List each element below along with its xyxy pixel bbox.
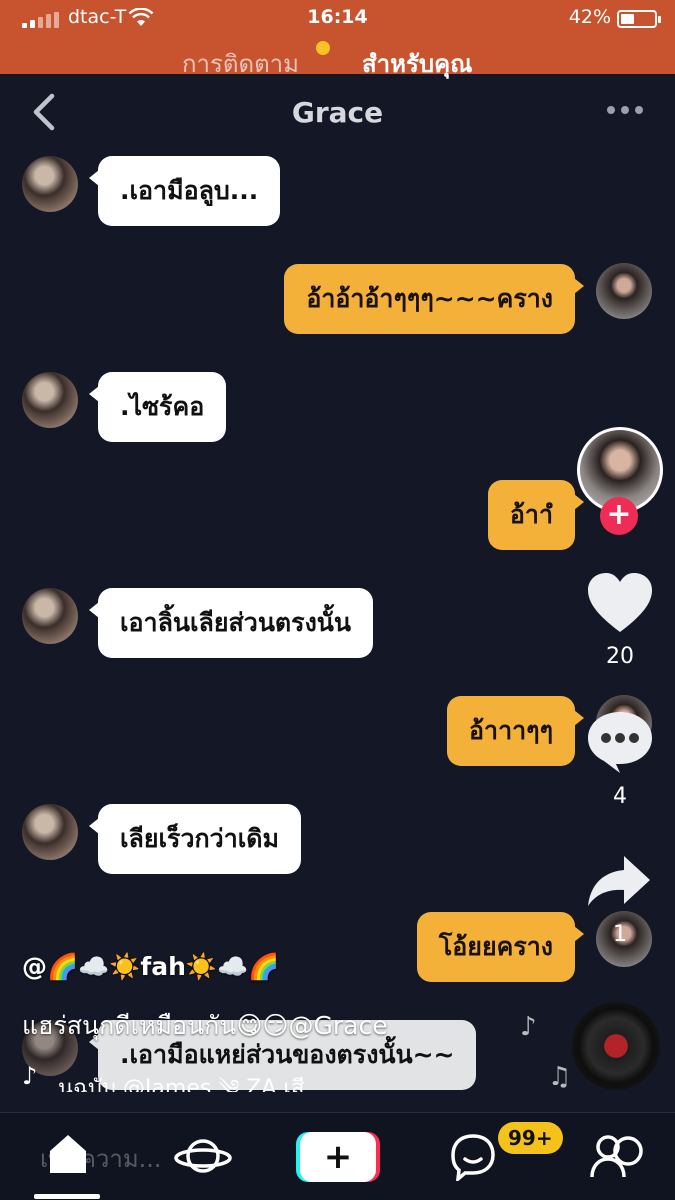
sender-avatar — [22, 804, 78, 860]
top-bar: dtac-T 16:14 42% การติดตาม สำหรับคุณ — [0, 0, 675, 78]
chat-title: Grace — [291, 96, 384, 129]
comment-icon[interactable] — [586, 710, 654, 774]
heart-icon[interactable] — [586, 572, 654, 634]
caption-text: แฮร่สนุกดีเหมือนกัน😋😏@Grace — [22, 1011, 388, 1040]
chat-header: Grace — [0, 74, 675, 150]
discover-icon[interactable] — [174, 1131, 232, 1181]
message-outgoing: อ้าอ้าอ้าๆๆๆ~~~คราง — [284, 264, 584, 334]
floating-note-icon: ♪ — [520, 1012, 537, 1042]
sender-avatar — [22, 372, 78, 428]
home-active-indicator — [34, 1194, 100, 1199]
message-incoming: .เอามือลูบ... — [88, 156, 281, 226]
message-incoming: เอาลิ้นเลียส่วนตรงนั้น — [89, 588, 373, 658]
create-button[interactable]: + — [300, 1132, 376, 1182]
battery-percent: 42% — [568, 6, 611, 28]
sender-avatar — [22, 156, 78, 212]
live-indicator-dot — [316, 41, 330, 55]
comment-count: 4 — [613, 784, 627, 809]
profile-icon[interactable] — [588, 1131, 648, 1181]
message-incoming: เลียเร็วกว่าเดิม — [89, 804, 301, 874]
my-avatar — [596, 263, 652, 319]
sender-avatar — [22, 588, 78, 644]
caption-username[interactable]: @🌈☁️☀️fah☀️☁️🌈 — [22, 952, 279, 982]
message-outgoing: อ้าาาๆๆ — [447, 696, 584, 766]
music-row[interactable]: ♪ นฉบับ @James ༄ ZA เสี — [22, 1062, 442, 1092]
music-disc[interactable] — [572, 1002, 660, 1090]
share-icon[interactable] — [586, 854, 652, 908]
like-count: 20 — [606, 644, 634, 669]
more-options-icon[interactable] — [607, 106, 643, 116]
inbox-icon[interactable] — [450, 1133, 496, 1181]
message-incoming: .ไซร้คอ — [88, 372, 227, 442]
follow-plus-icon[interactable]: + — [600, 497, 638, 535]
create-plus-icon: + — [323, 1137, 353, 1177]
floating-note-icon: ♫ — [548, 1062, 572, 1092]
battery-icon — [617, 10, 661, 28]
music-note-icon: ♪ — [22, 1062, 38, 1090]
bottom-nav: เพิ่มความ... + — [0, 1112, 675, 1200]
music-title: นฉบับ @James ༄ ZA เสี — [58, 1076, 305, 1092]
share-count: 1 — [613, 922, 627, 947]
home-icon[interactable] — [46, 1131, 90, 1177]
status-bar: dtac-T 16:14 42% — [0, 6, 675, 32]
message-outgoing: อ้าาํ — [487, 480, 585, 550]
message-outgoing: โอ้ยยคราง — [416, 912, 585, 982]
inbox-badge: 99+ — [498, 1122, 563, 1154]
